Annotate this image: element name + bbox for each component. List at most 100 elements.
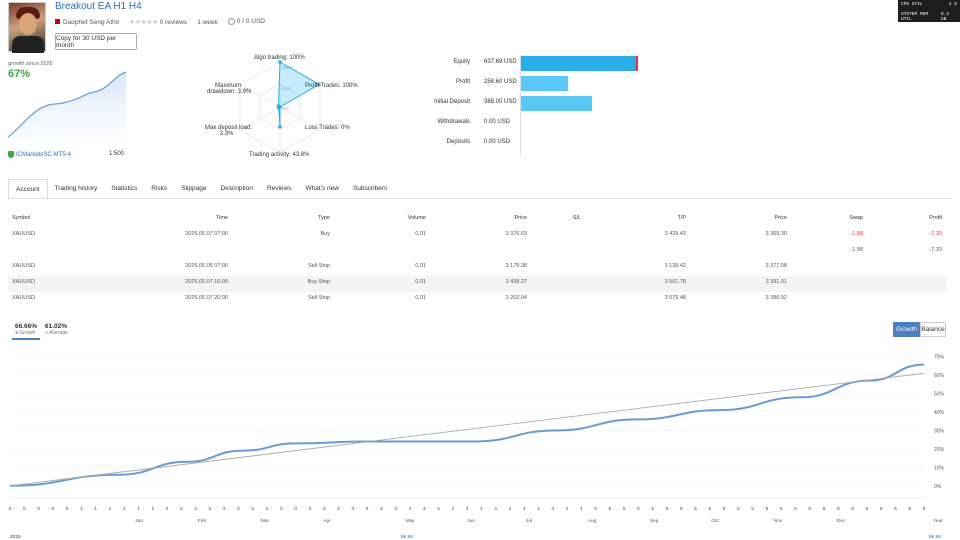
country-flag-icon — [55, 19, 60, 25]
tab-risks[interactable]: Risks — [144, 179, 174, 200]
x-count-label: 3 — [337, 506, 340, 512]
col-header-volume[interactable]: Volume — [408, 215, 426, 221]
cell-price: 3 179.38 — [505, 263, 527, 269]
x-count-label: 5 — [608, 506, 611, 512]
x-count-label: 5 — [766, 506, 769, 512]
col-header-type[interactable]: Type — [318, 215, 330, 221]
copy-signal-button[interactable]: Copy for 30 USD per month — [55, 33, 137, 50]
bar-label-0: Equity — [453, 59, 470, 65]
col-header-symbol[interactable]: Symbol — [12, 215, 30, 221]
x-count-label: 2 — [180, 506, 183, 512]
reviews-count[interactable]: 0 reviews — [160, 19, 187, 26]
growth-toggle-button[interactable]: Growth — [893, 322, 920, 337]
cell-swap: -1.58 — [850, 231, 863, 237]
balance-toggle-button[interactable]: Balance — [920, 322, 946, 337]
tab-bar: Account Trading history Statistics Risks Sli… — [8, 179, 394, 200]
table-row[interactable]: -1.58 -7.33 — [8, 244, 946, 260]
col-header-s-l[interactable]: S/L — [573, 215, 581, 221]
x-count-label: 6 — [908, 506, 911, 512]
x-count-label: 2 — [280, 506, 283, 512]
col-header-swap[interactable]: Swap — [849, 215, 863, 221]
x-count-label: 3 — [309, 506, 312, 512]
rating[interactable]: ★★★★★ 0 reviews — [129, 18, 187, 26]
col-header-price[interactable]: Price — [774, 215, 787, 221]
cell-time: 2025.05.07 16:00 — [185, 279, 228, 285]
author-name[interactable]: Daophet Seng Athit — [63, 19, 119, 26]
bars-axis — [520, 54, 521, 154]
tab-statistics[interactable]: Statistics — [104, 179, 144, 200]
radar-label-activity: Trading activity: 43.8% — [249, 152, 310, 158]
col-header-price[interactable]: Price — [514, 215, 527, 221]
bar-initial-deposit — [521, 96, 593, 111]
signal-title: Breakout EA H1 H4 — [55, 1, 142, 12]
x-count-label: 5 — [623, 506, 626, 512]
x-count-label: 2 — [209, 506, 212, 512]
cell-volume: 0.01 — [415, 263, 426, 269]
radar-label-algo: Algo trading: 100% — [254, 55, 305, 61]
radar-label-deposit-load: Max deposit load: 3.3% — [205, 125, 253, 137]
month-label: Sep — [650, 518, 659, 524]
x-count-label: 6 — [866, 506, 869, 512]
cell-type: Sell Stop — [307, 295, 330, 301]
cell-price2: 3 369.30 — [765, 231, 787, 237]
tab-description[interactable]: Description — [213, 179, 260, 200]
cell-volume: 0.01 — [415, 231, 426, 237]
x-count-label: 2 — [166, 506, 169, 512]
cell-price2: 3 386.92 — [765, 295, 787, 301]
x-count-label: 5 — [651, 506, 654, 512]
legend-average[interactable]: 61.02% ● Average — [45, 323, 68, 336]
col-header-time[interactable]: Time — [216, 215, 228, 221]
col-header-t-p[interactable]: T/P — [677, 215, 686, 221]
tab-slippage[interactable]: Slippage — [174, 179, 213, 200]
average-series-line — [9, 372, 925, 487]
x-count-label: 4 — [523, 506, 526, 512]
cpu-value: 4 % — [948, 2, 957, 7]
x-count-label: 2 — [237, 506, 240, 512]
x-count-label: 3 — [394, 506, 397, 512]
y-tick-label: 30% — [934, 428, 945, 434]
tab-divider — [8, 198, 952, 199]
bar-value-0: 637.69 USD — [484, 59, 517, 65]
x-count-label: 4 — [409, 506, 412, 512]
legend-growth-value: 66.66% — [15, 323, 38, 330]
tab-account[interactable]: Account — [8, 179, 48, 200]
bar-label-1: Profit — [455, 79, 470, 85]
legend-growth[interactable]: 66.66% ● Growth — [12, 323, 41, 340]
author-link[interactable]: Daophet Seng Athit — [55, 19, 119, 26]
tab-trading-history[interactable]: Trading history — [48, 179, 105, 200]
x-count-label: 5 — [680, 506, 683, 512]
month-label: Mar — [261, 518, 270, 524]
table-row[interactable]: XAUUSD 2025.05.05 07:00 Sell Stop 0.01 3 179… — [8, 260, 946, 276]
month-label: Feb — [198, 518, 207, 524]
bar-value-1: 258.60 USD — [484, 79, 517, 85]
tab-reviews[interactable]: Reviews — [260, 179, 299, 200]
bar-value-3: 0.00 USD — [484, 119, 511, 125]
x-count-label: 6 — [823, 506, 826, 512]
x-count-label: 4 — [494, 506, 497, 512]
y-tick-label: 40% — [934, 410, 945, 416]
col-header-profit[interactable]: Profit — [929, 215, 942, 221]
month-label: Jan — [135, 518, 143, 524]
month-label: Nov — [774, 518, 783, 524]
broker-link[interactable]: ICMarketsSC-MT5-4 — [8, 151, 71, 158]
x-count-label: 0 — [66, 506, 69, 512]
radar-label-profit-trades: Profit Trades: 100% — [305, 83, 358, 89]
x-count-label: 4 — [451, 506, 454, 512]
mem-value: 6.2 GB — [941, 12, 950, 22]
y-tick-label: 70% — [934, 355, 945, 361]
tab-subscribers[interactable]: Subscribers — [346, 179, 394, 200]
author-avatar[interactable] — [8, 2, 46, 53]
y-tick-label: 60% — [934, 373, 945, 379]
x-count-label: 6 — [808, 506, 811, 512]
x-count-label: 0 — [23, 506, 26, 512]
cell-tp: 3 079.48 — [664, 295, 686, 301]
x-count-label: 5 — [751, 506, 754, 512]
table-row[interactable]: XAUUSD 2025.05.07 07:00 Buy 0.01 3 376.63 3 4… — [8, 228, 946, 244]
table-row[interactable]: XAUUSD 2025.05.07 16:00 Buy Stop 0.01 3 438.… — [8, 276, 946, 292]
month-label: Apr — [323, 518, 331, 524]
leverage-value: 1:500 — [109, 151, 125, 157]
x-count-label: 0 — [9, 506, 12, 512]
table-row[interactable]: XAUUSD 2025.05.07 20:00 Sell Stop 0.01 3 202… — [8, 292, 946, 308]
tab-what-s-new[interactable]: What's new — [299, 179, 346, 200]
avatar-face — [19, 13, 37, 35]
